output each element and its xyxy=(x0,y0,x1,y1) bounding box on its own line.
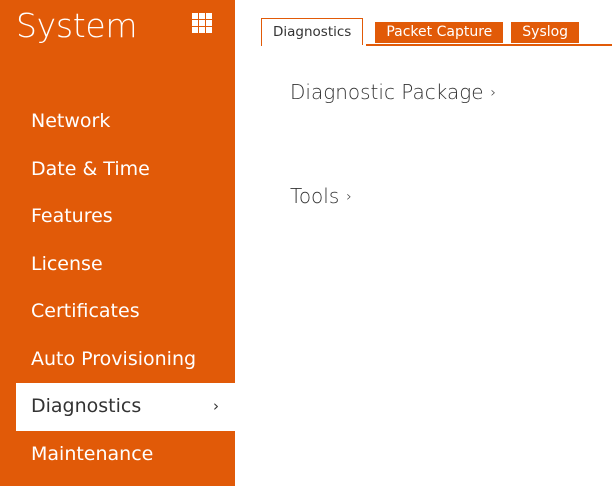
grid-cell xyxy=(206,13,212,19)
sidebar-item-auto-provisioning[interactable]: Auto Provisioning xyxy=(16,336,235,384)
grid-cell xyxy=(192,20,198,26)
sidebar-item-label: Network xyxy=(31,110,111,132)
section-label: Diagnostic Package xyxy=(290,80,484,104)
grid-cell xyxy=(192,27,198,33)
sidebar-item-date-time[interactable]: Date & Time xyxy=(16,146,235,194)
sidebar-item-maintenance[interactable]: Maintenance xyxy=(16,431,235,479)
sidebar-item-label: Features xyxy=(31,205,113,227)
sidebar-item-certificates[interactable]: Certificates xyxy=(16,288,235,336)
sidebar-item-label: License xyxy=(31,252,103,275)
tab-diagnostics[interactable]: Diagnostics xyxy=(261,18,364,45)
sidebar-item-label: Date & Time xyxy=(31,157,150,180)
sidebar: System Network Date & Time Features Lice… xyxy=(0,0,235,486)
section-label: Tools xyxy=(290,184,340,208)
grid-cell xyxy=(192,13,198,19)
tab-syslog[interactable]: Syslog xyxy=(511,22,580,43)
grid-cell xyxy=(206,27,212,33)
sidebar-item-diagnostics[interactable]: Diagnostics › xyxy=(16,383,235,431)
tab-packet-capture[interactable]: Packet Capture xyxy=(375,22,504,43)
sidebar-item-network[interactable]: Network xyxy=(16,98,235,146)
grid-cell xyxy=(199,13,205,19)
chevron-right-icon: › xyxy=(490,85,497,101)
sidebar-nav: Network Date & Time Features License Cer… xyxy=(16,98,235,478)
sidebar-item-label: Auto Provisioning xyxy=(31,347,197,370)
grid-apps-icon[interactable] xyxy=(192,13,212,33)
chevron-right-icon: › xyxy=(213,397,219,415)
grid-cell xyxy=(206,20,212,26)
grid-cell xyxy=(199,27,205,33)
grid-cell xyxy=(199,20,205,26)
tab-bar: Diagnostics Packet Capture Syslog xyxy=(261,18,587,45)
section-tools[interactable]: Tools › xyxy=(290,184,352,208)
sidebar-item-label: Certificates xyxy=(31,300,140,322)
section-diagnostic-package[interactable]: Diagnostic Package › xyxy=(290,80,496,104)
sidebar-item-label: Maintenance xyxy=(31,442,154,465)
sidebar-item-label: Diagnostics xyxy=(31,395,142,417)
sidebar-item-license[interactable]: License xyxy=(16,241,235,289)
sidebar-title: System xyxy=(16,6,138,45)
chevron-right-icon: › xyxy=(346,189,352,205)
sidebar-item-features[interactable]: Features xyxy=(16,193,235,241)
